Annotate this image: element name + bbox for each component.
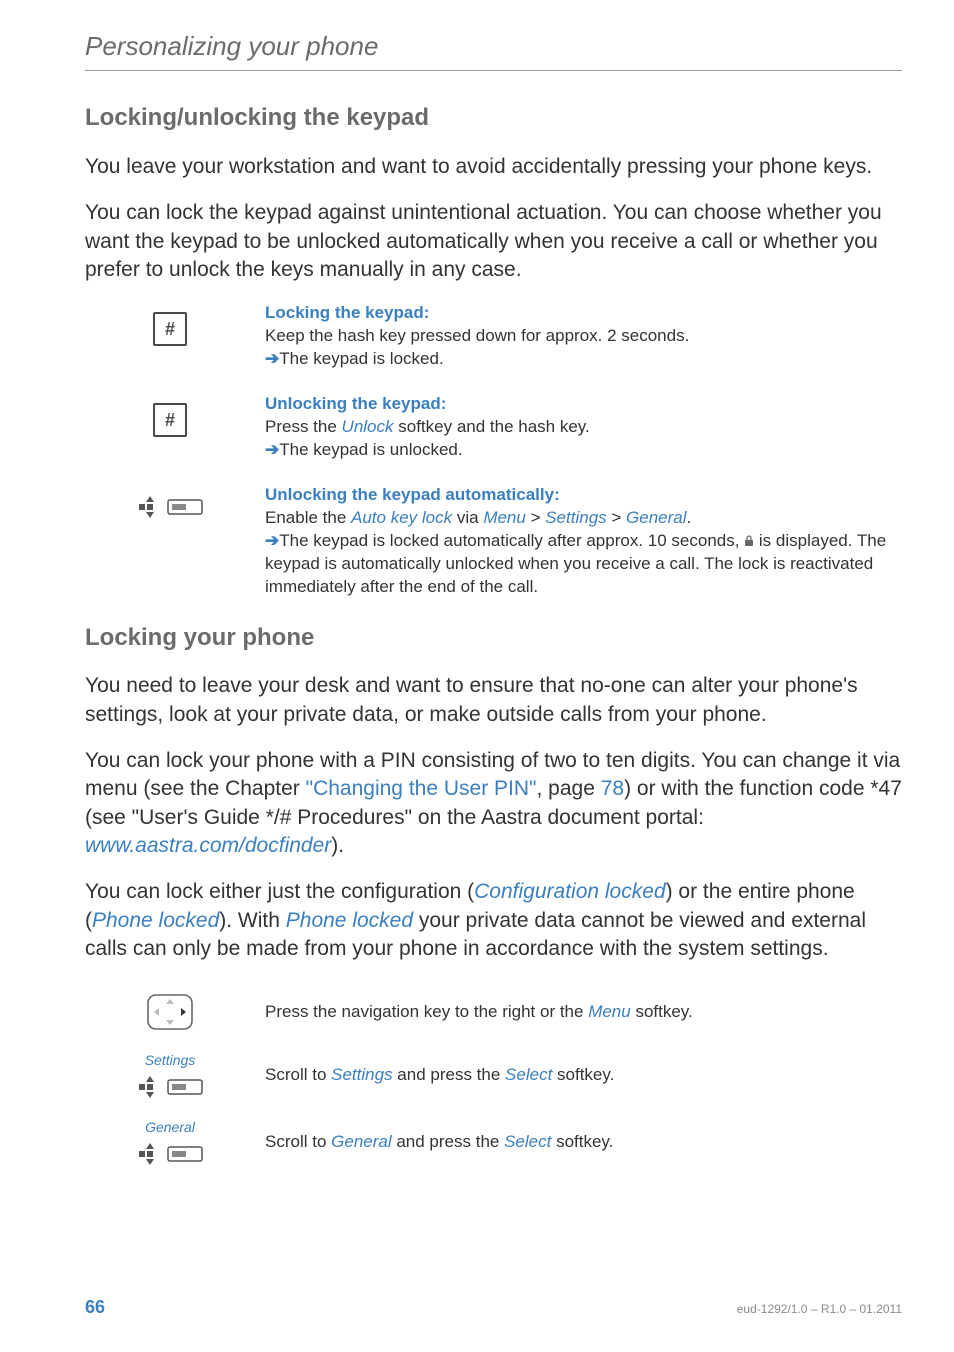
navigation-key-icon [144,991,196,1033]
unlock-result: ➔The keypad is unlocked. [265,439,902,462]
auto-link-settings: Settings [545,508,606,527]
auto-link-menu: Menu [483,508,526,527]
link-phone-locked-1: Phone locked [92,909,219,932]
s2p3-pre: You can lock either just the configurati… [85,880,474,903]
navstep-2: Settings Scroll to Settings and press th… [85,1051,902,1100]
link-config-locked: Configuration locked [474,880,665,903]
ns2-post: softkey. [552,1065,614,1084]
navstep-2-label: Settings [145,1051,196,1070]
ns2-link-settings: Settings [331,1065,392,1084]
auto-link-autokeylock: Auto key lock [351,508,452,527]
navstep-3-text: Scroll to General and press the Select s… [265,1131,902,1154]
arrow-icon: ➔ [265,440,279,459]
ns3-pre: Scroll to [265,1132,331,1151]
section2-p3: You can lock either just the configurati… [85,878,902,963]
auto-enable-line: Enable the Auto key lock via Menu > Sett… [265,507,902,530]
arrow-icon: ➔ [265,531,279,550]
section2-p1: You need to leave your desk and want to … [85,672,902,729]
s2p2-post: ). [331,834,344,857]
navstep-3: General Scroll to General and press the … [85,1118,902,1167]
page-footer: 66 eud-1292/1.0 – R1.0 – 01.2011 [85,1295,902,1320]
ns3-link-select: Select [504,1132,551,1151]
auto-mid3: > [607,508,626,527]
auto-heading: Unlocking the keypad automatically: [265,484,902,507]
navstep-2-text: Scroll to Settings and press the Select … [265,1064,902,1087]
page-number: 66 [85,1295,105,1320]
lock-result: ➔The keypad is locked. [265,348,902,371]
unlock-line1-post: softkey and the hash key. [394,417,590,436]
auto-post: . [687,508,692,527]
scroll-softkey-icon [137,1141,203,1167]
unlock-result-text: The keypad is unlocked. [279,440,462,459]
unlock-line1: Press the Unlock softkey and the hash ke… [265,416,902,439]
link-changing-pin[interactable]: "Changing the User PIN" [306,777,537,800]
navstep-3-label: General [145,1118,195,1137]
ns1-pre: Press the navigation key to the right or… [265,1002,588,1021]
running-head: Personalizing your phone [85,28,902,64]
unlock-line1-pre: Press the [265,417,342,436]
block-lock-keypad: # Locking the keypad: Keep the hash key … [85,302,902,371]
navstep-1-text: Press the navigation key to the right or… [265,1001,902,1024]
section2-p2: You can lock your phone with a PIN consi… [85,747,902,860]
lock-line1: Keep the hash key pressed down for appro… [265,325,902,348]
document-id: eud-1292/1.0 – R1.0 – 01.2011 [737,1301,902,1318]
navstep-1: Press the navigation key to the right or… [85,991,902,1033]
link-page-78[interactable]: 78 [601,777,624,800]
scroll-softkey-icon [137,1074,203,1100]
hash-key-icon: # [153,312,187,346]
header-rule [85,70,902,71]
section1-p2: You can lock the keypad against unintent… [85,199,902,284]
auto-mid2: > [526,508,545,527]
lock-icon [744,535,754,547]
unlock-softkey-link: Unlock [342,417,394,436]
scroll-softkey-icon [137,494,203,520]
ns2-link-select: Select [505,1065,552,1084]
ns2-mid: and press the [393,1065,505,1084]
ns3-mid: and press the [392,1132,504,1151]
block-unlock-keypad: # Unlocking the keypad: Press the Unlock… [85,393,902,462]
ns1-post: softkey. [631,1002,693,1021]
auto-result: ➔The keypad is locked automatically afte… [265,530,902,599]
section-locking-phone-title: Locking your phone [85,621,902,655]
lock-result-text: The keypad is locked. [279,349,443,368]
section1-p1: You leave your workstation and want to a… [85,153,902,181]
auto-mid1: via [452,508,483,527]
auto-result-pre: The keypad is locked automatically after… [279,531,744,550]
auto-pre: Enable the [265,508,351,527]
auto-link-general: General [626,508,686,527]
link-docfinder[interactable]: www.aastra.com/docfinder [85,834,331,857]
ns2-pre: Scroll to [265,1065,331,1084]
s2p2-mid1: , page [536,777,600,800]
hash-key-icon: # [153,403,187,437]
ns1-link-menu: Menu [588,1002,631,1021]
ns3-link-general: General [331,1132,391,1151]
lock-heading: Locking the keypad: [265,302,902,325]
link-phone-locked-2: Phone locked [286,909,413,932]
unlock-heading: Unlocking the keypad: [265,393,902,416]
section-locking-keypad-title: Locking/unlocking the keypad [85,101,902,135]
ns3-post: softkey. [551,1132,613,1151]
arrow-icon: ➔ [265,349,279,368]
block-auto-unlock: Unlocking the keypad automatically: Enab… [85,484,902,599]
s2p3-mid2: ). With [219,909,286,932]
